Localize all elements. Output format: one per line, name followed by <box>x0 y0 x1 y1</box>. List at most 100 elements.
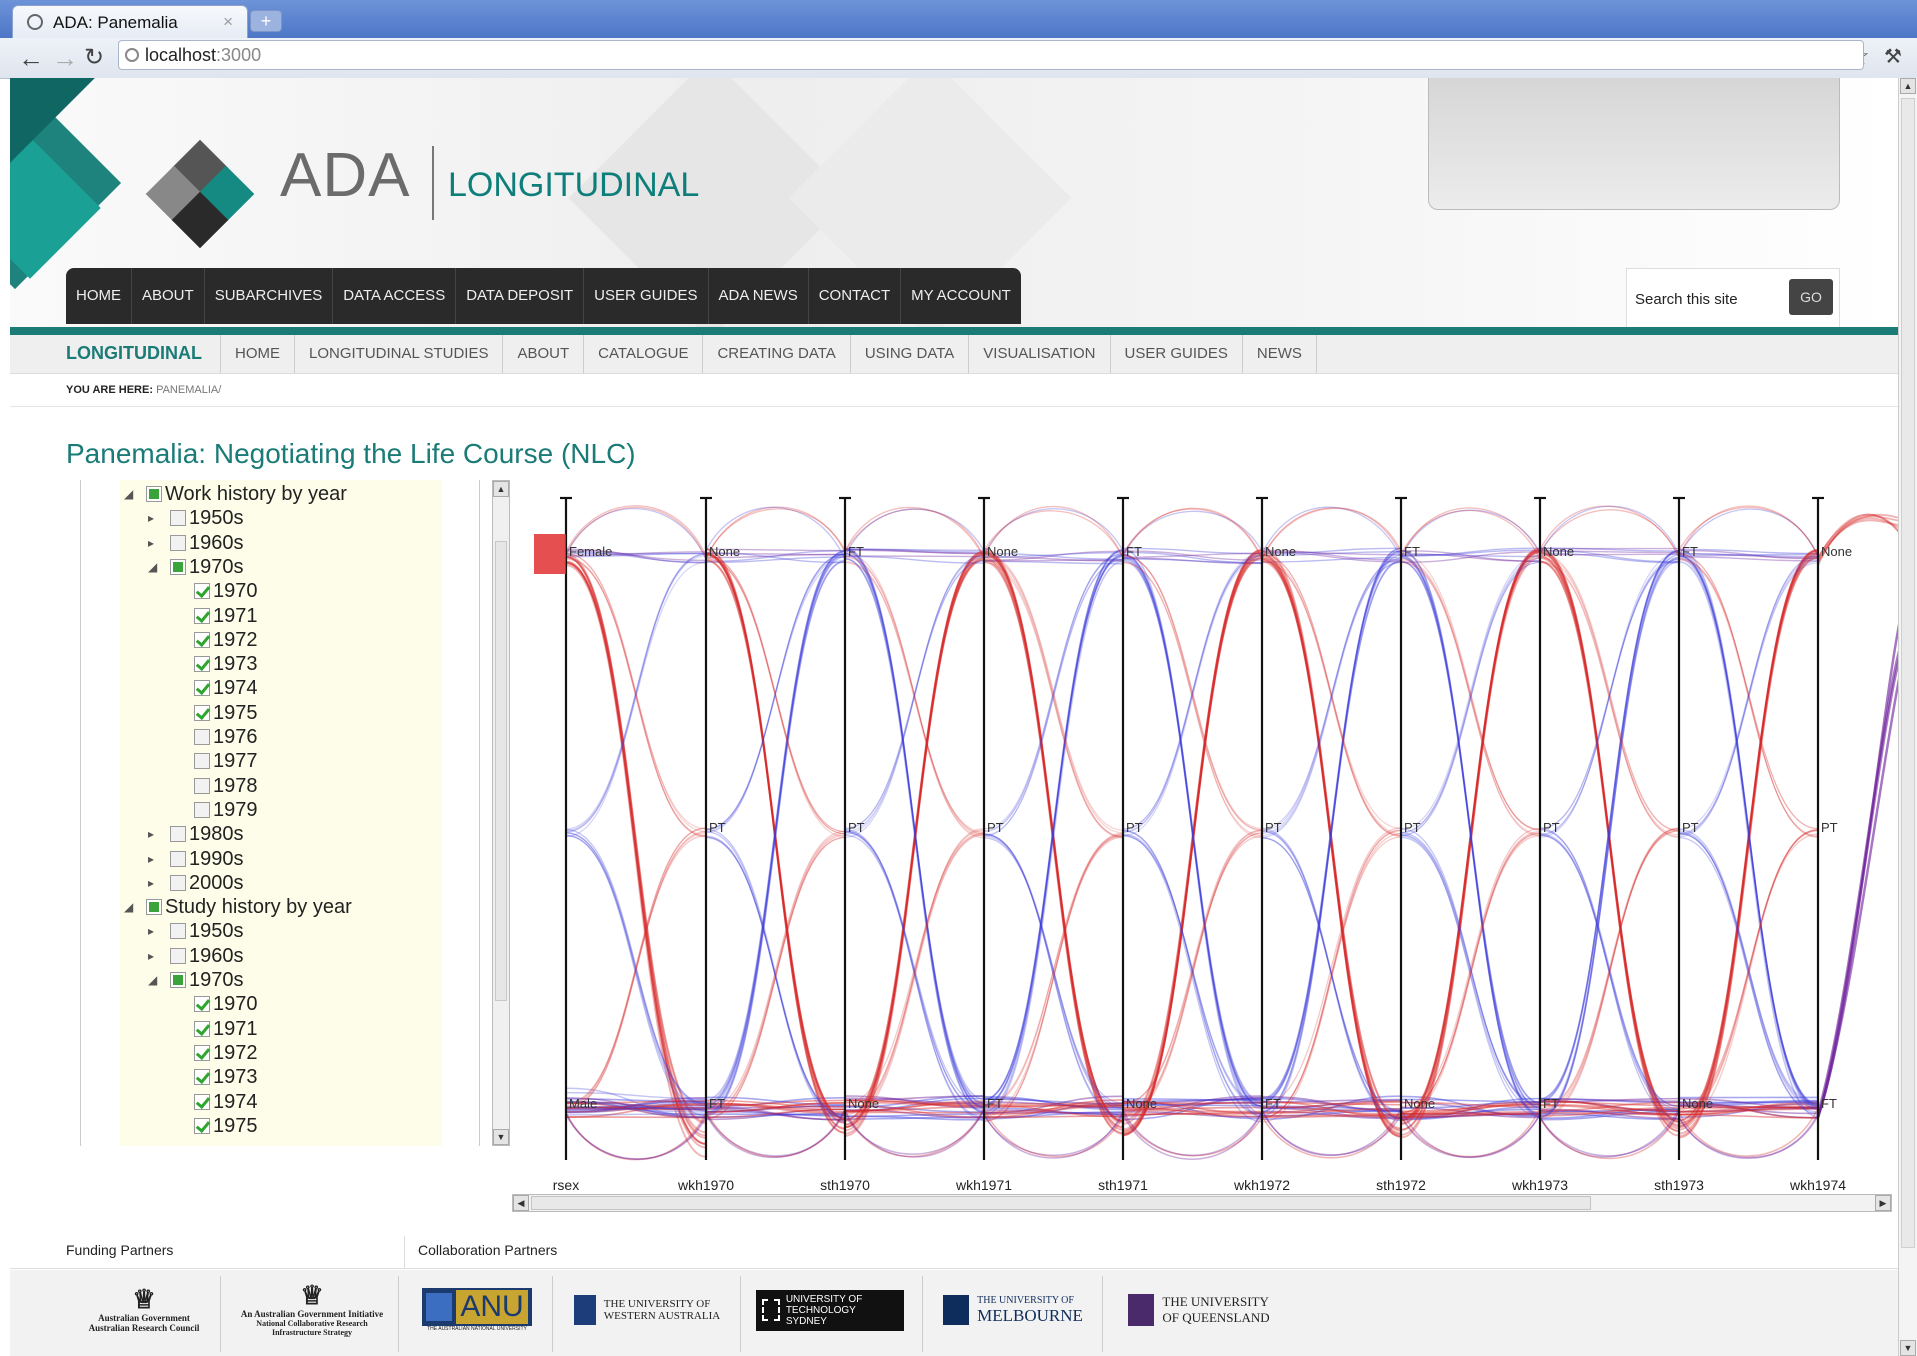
back-icon[interactable]: ← <box>18 44 44 72</box>
logo-uts[interactable]: UNIVERSITY OF TECHNOLOGY SYDNEY <box>756 1280 904 1340</box>
tree-item[interactable]: ◢ 1970s <box>148 555 244 579</box>
tree-item[interactable]: ▸ 1990s <box>148 847 244 871</box>
logo-uwa[interactable]: THE UNIVERSITY OF WESTERN AUSTRALIA <box>572 1280 722 1340</box>
scroll-down-icon[interactable]: ▼ <box>493 1129 509 1145</box>
browser-tab[interactable]: ADA: Panemalia × <box>12 5 248 38</box>
search-input[interactable]: Search this site <box>1635 291 1738 308</box>
scroll-down-icon[interactable]: ▼ <box>1900 1340 1916 1356</box>
main-nav-home[interactable]: HOME <box>66 268 132 324</box>
sub-nav-about[interactable]: ABOUT <box>502 335 583 373</box>
tree-item[interactable]: 1971 <box>194 604 258 628</box>
tree-checkbox[interactable] <box>170 972 186 988</box>
sub-nav-home[interactable]: HOME <box>220 335 294 373</box>
tree-checkbox[interactable] <box>194 1020 210 1037</box>
tree-item[interactable]: 1972 <box>194 1041 258 1065</box>
tree-checkbox[interactable] <box>170 510 186 527</box>
tree-checkbox[interactable] <box>170 850 186 867</box>
tree-item[interactable]: ▸ 2000s <box>148 871 244 895</box>
tree-item[interactable]: ▸ 1960s <box>148 944 244 968</box>
sub-nav-user-guides[interactable]: USER GUIDES <box>1109 335 1242 373</box>
expand-icon[interactable]: ▸ <box>148 919 154 943</box>
logo-longitudinal-text[interactable]: LONGITUDINAL <box>448 166 699 205</box>
expand-icon[interactable]: ▸ <box>148 871 154 895</box>
scroll-left-icon[interactable]: ◀ <box>513 1195 529 1211</box>
tree-item[interactable]: 1979 <box>194 798 258 822</box>
expand-icon[interactable]: ▸ <box>148 847 154 871</box>
logo-arc[interactable]: ♕ Australian Government Australian Resea… <box>84 1280 204 1340</box>
sub-nav-brand[interactable]: LONGITUDINAL <box>66 343 202 364</box>
tree-checkbox[interactable] <box>194 1044 210 1061</box>
expand-icon[interactable]: ▸ <box>148 506 154 530</box>
sub-nav-longitudinal-studies[interactable]: LONGITUDINAL STUDIES <box>294 335 502 373</box>
tree-item[interactable]: 1973 <box>194 1065 258 1089</box>
search-go-button[interactable]: GO <box>1789 279 1833 315</box>
tree-item[interactable]: 1976 <box>194 725 258 749</box>
tree-checkbox[interactable] <box>194 656 210 673</box>
tree-checkbox[interactable] <box>170 947 186 964</box>
tree-group[interactable]: ◢ Work history by year <box>124 482 347 506</box>
main-nav-about[interactable]: ABOUT <box>132 268 205 324</box>
scroll-up-icon[interactable]: ▲ <box>1900 78 1916 94</box>
scroll-right-icon[interactable]: ▶ <box>1875 1195 1891 1211</box>
parallel-sets-chart[interactable]: rsex Female Male wkh1970 None PT FT sth1970 FT PT… <box>520 478 1900 1198</box>
tree-group[interactable]: ◢ Study history by year <box>124 895 352 919</box>
logo-ada-text[interactable]: ADA <box>280 140 410 211</box>
tree-checkbox[interactable] <box>194 996 210 1013</box>
expand-icon[interactable]: ▸ <box>148 822 154 846</box>
tree-item[interactable]: ▸ 1960s <box>148 531 244 555</box>
tree-item[interactable]: 1974 <box>194 1090 258 1114</box>
tree-checkbox[interactable] <box>146 899 162 916</box>
chart-scrollbar[interactable]: ◀ ▶ <box>512 1194 1892 1212</box>
main-nav-user-guides[interactable]: USER GUIDES <box>584 268 709 324</box>
tree-item[interactable]: 1970 <box>194 579 258 603</box>
tree-checkbox[interactable] <box>194 801 210 818</box>
tree-scroll-thumb[interactable] <box>495 541 507 1001</box>
tree-checkbox[interactable] <box>194 753 210 770</box>
tree-checkbox[interactable] <box>194 1117 210 1134</box>
tree-item[interactable]: 1970 <box>194 992 258 1016</box>
tree-item[interactable]: ▸ 1950s <box>148 919 244 943</box>
tree-checkbox[interactable] <box>170 558 186 575</box>
sub-nav-news[interactable]: NEWS <box>1241 335 1317 373</box>
expand-icon[interactable]: ▸ <box>148 944 154 968</box>
tree-item[interactable]: 1972 <box>194 628 258 652</box>
main-nav-ada-news[interactable]: ADA NEWS <box>709 268 809 324</box>
tree-item[interactable]: 1974 <box>194 676 258 700</box>
logo-uq[interactable]: THE UNIVERSITY OF QUEENSLAND <box>1124 1280 1274 1340</box>
tree-checkbox[interactable] <box>194 729 210 745</box>
sub-nav-creating-data[interactable]: CREATING DATA <box>702 335 849 373</box>
tree-item[interactable]: ◢ 1970s <box>148 968 244 992</box>
forward-icon[interactable]: → <box>52 44 78 72</box>
tree-item[interactable]: 1975 <box>194 1114 258 1138</box>
main-nav-data-access[interactable]: DATA ACCESS <box>333 268 457 324</box>
expand-icon[interactable]: ▸ <box>148 531 154 555</box>
tree-checkbox[interactable] <box>146 486 162 502</box>
new-tab-button[interactable]: + <box>250 10 282 32</box>
tree-item[interactable]: 1978 <box>194 774 258 798</box>
tree-item[interactable]: ▸ 1980s <box>148 822 244 846</box>
collapse-icon[interactable]: ◢ <box>124 482 133 506</box>
tree-item[interactable]: 1977 <box>194 749 258 773</box>
tree-checkbox[interactable] <box>194 680 210 697</box>
wrench-icon[interactable]: ⚒ <box>1884 43 1902 71</box>
breadcrumb-path[interactable]: PANEMALIA/ <box>156 384 221 396</box>
sub-nav-catalogue[interactable]: CATALOGUE <box>583 335 702 373</box>
collapse-icon[interactable]: ◢ <box>148 555 157 579</box>
main-nav-subarchives[interactable]: SUBARCHIVES <box>205 268 334 324</box>
tree-checkbox[interactable] <box>194 607 210 624</box>
tab-close-button[interactable]: × <box>223 12 233 32</box>
sub-nav-visualisation[interactable]: VISUALISATION <box>968 335 1109 373</box>
tree-checkbox[interactable] <box>170 874 186 891</box>
logo-ncris[interactable]: ♕ An Australian Government Initiative Na… <box>232 1280 392 1340</box>
collapse-icon[interactable]: ◢ <box>148 968 157 992</box>
tree-item[interactable]: ▸ 1950s <box>148 506 244 530</box>
tree-item[interactable]: 1975 <box>194 701 258 725</box>
main-nav-data-deposit[interactable]: DATA DEPOSIT <box>456 268 585 324</box>
main-nav-my-account[interactable]: MY ACCOUNT <box>901 268 1021 324</box>
chart-scroll-thumb[interactable] <box>531 1196 1591 1210</box>
reload-icon[interactable]: ↻ <box>84 44 104 72</box>
tree-scrollbar[interactable]: ▲ ▼ <box>492 480 510 1146</box>
tree-checkbox[interactable] <box>194 631 210 648</box>
scroll-up-icon[interactable]: ▲ <box>493 481 509 497</box>
tree-checkbox[interactable] <box>194 1069 210 1086</box>
